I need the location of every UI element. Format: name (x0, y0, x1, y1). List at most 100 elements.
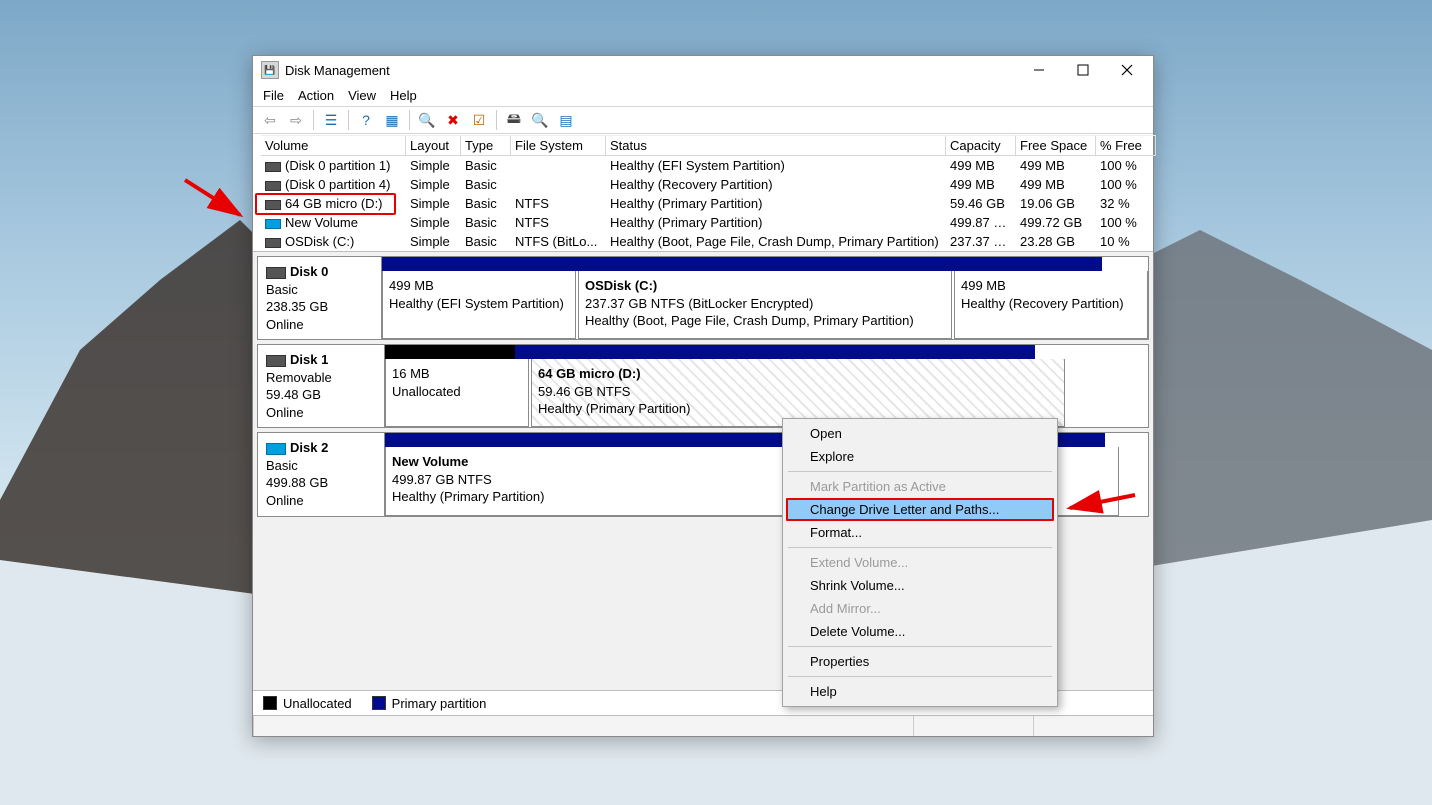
partition-line2: Healthy (EFI System Partition) (389, 296, 564, 311)
disk-kind: Removable (266, 370, 332, 385)
partition-box[interactable]: 499 MB Healthy (EFI System Partition) (382, 271, 576, 339)
volume-list-header: Volume Layout Type File System Status Ca… (253, 134, 1153, 156)
col-status[interactable]: Status (606, 135, 946, 156)
col-capacity[interactable]: Capacity (946, 135, 1016, 156)
context-item[interactable]: Properties (786, 650, 1054, 673)
settings-icon: ▦ (385, 112, 398, 129)
volume-pct: 100 % (1096, 215, 1156, 230)
col-freespace[interactable]: Free Space (1016, 135, 1096, 156)
volume-pct: 32 % (1096, 196, 1156, 211)
help-button[interactable]: ? (355, 109, 377, 131)
refresh-button[interactable]: ☰ (320, 109, 342, 131)
find-drive-icon: 🔍 (531, 112, 548, 129)
titlebar[interactable]: 💾 Disk Management (253, 56, 1153, 84)
disk-kind: Basic (266, 282, 298, 297)
volume-status: Healthy (Primary Partition) (606, 196, 946, 211)
find-drive-button[interactable]: 🔍 (529, 109, 551, 131)
volume-layout: Simple (406, 196, 461, 211)
disk-state: Online (266, 493, 304, 508)
context-separator (788, 547, 1052, 548)
menu-help[interactable]: Help (390, 88, 417, 103)
toolbar: ⇦ ⇨ ☰ ? ▦ 🔍 ✖ ☑ 🖴 🔍 ▤ (253, 106, 1153, 134)
volume-pct: 10 % (1096, 234, 1156, 249)
disk-state: Online (266, 405, 304, 420)
volume-fs: NTFS (BitLo... (511, 234, 606, 249)
properties-icon: ▤ (559, 112, 572, 129)
volume-status: Healthy (Boot, Page File, Crash Dump, Pr… (606, 234, 946, 249)
app-icon: 💾 (261, 61, 279, 79)
settings-button[interactable]: ▦ (381, 109, 403, 131)
check-button[interactable]: ☑ (468, 109, 490, 131)
volume-name: 64 GB micro (D:) (285, 196, 383, 211)
partition-title: OSDisk (C:) (585, 278, 657, 293)
context-item: Extend Volume... (786, 551, 1054, 574)
volume-name: OSDisk (C:) (285, 234, 354, 249)
refresh-icon: ☰ (325, 112, 338, 129)
context-item[interactable]: Change Drive Letter and Paths... (786, 498, 1054, 521)
minimize-button[interactable] (1017, 56, 1061, 84)
volume-name: New Volume (285, 215, 358, 230)
partition-line1: 499 MB (389, 278, 434, 293)
context-item: Mark Partition as Active (786, 475, 1054, 498)
col-pctfree[interactable]: % Free (1096, 135, 1156, 156)
partition-box[interactable]: 16 MBUnallocated (385, 359, 529, 427)
partition-line1: 499 MB (961, 278, 1006, 293)
disk-name: Disk 1 (290, 352, 328, 367)
context-item[interactable]: Format... (786, 521, 1054, 544)
legend-primary-swatch (372, 696, 386, 710)
disk-label[interactable]: Disk 0Basic238.35 GBOnline (258, 257, 382, 339)
col-filesystem[interactable]: File System (511, 135, 606, 156)
volume-icon (265, 200, 281, 210)
col-type[interactable]: Type (461, 135, 511, 156)
context-item[interactable]: Shrink Volume... (786, 574, 1054, 597)
arrow-left-icon: ⇦ (264, 112, 276, 129)
disk-block: Disk 1 Removable 59.48 GB Online 16 MBUnallo… (257, 344, 1149, 428)
volume-layout: Simple (406, 234, 461, 249)
context-item[interactable]: Delete Volume... (786, 620, 1054, 643)
disk-size: 238.35 GB (266, 299, 328, 314)
disk-block: Disk 0Basic238.35 GBOnline499 MBHealthy … (257, 256, 1149, 340)
disk-label[interactable]: Disk 2Basic499.88 GBOnline (258, 433, 385, 515)
forward-button[interactable]: ⇨ (285, 109, 307, 131)
properties-button[interactable]: ▤ (555, 109, 577, 131)
disk-name: Disk 0 (290, 264, 328, 279)
volume-type: Basic (461, 177, 511, 192)
legend-unallocated-label: Unallocated (283, 696, 352, 711)
maximize-button[interactable] (1061, 56, 1105, 84)
context-item[interactable]: Help (786, 680, 1054, 703)
volume-row[interactable]: 64 GB micro (D:) SimpleBasicNTFSHealthy (… (253, 194, 1153, 213)
find-button[interactable]: 🔍 (416, 109, 438, 131)
volume-type: Basic (461, 234, 511, 249)
delete-button[interactable]: ✖ (442, 109, 464, 131)
disk-icon (266, 355, 286, 367)
context-item[interactable]: Explore (786, 445, 1054, 468)
disk-icon (266, 443, 286, 455)
partition-box[interactable]: OSDisk (C:)237.37 GB NTFS (BitLocker Enc… (578, 271, 952, 339)
volume-row[interactable]: (Disk 0 partition 4)SimpleBasicHealthy (… (253, 175, 1153, 194)
volume-row[interactable]: (Disk 0 partition 1)SimpleBasicHealthy (… (253, 156, 1153, 175)
col-volume[interactable]: Volume (261, 135, 406, 156)
maximize-icon (1077, 64, 1089, 76)
context-item: Add Mirror... (786, 597, 1054, 620)
menu-action[interactable]: Action (298, 88, 334, 103)
volume-type: Basic (461, 196, 511, 211)
back-button[interactable]: ⇦ (259, 109, 281, 131)
volume-fs: NTFS (511, 196, 606, 211)
volume-row[interactable]: OSDisk (C:) SimpleBasicNTFS (BitLo...Heal… (253, 232, 1153, 251)
col-layout[interactable]: Layout (406, 135, 461, 156)
disk-size: 59.48 GB (266, 387, 321, 402)
volume-icon (265, 162, 281, 172)
volume-row[interactable]: New VolumeSimpleBasicNTFSHealthy (Primar… (253, 213, 1153, 232)
partition-box[interactable]: 499 MBHealthy (Recovery Partition) (954, 271, 1148, 339)
context-item[interactable]: Open (786, 422, 1054, 445)
drive-button[interactable]: 🖴 (503, 109, 525, 131)
arrow-right-icon: ⇨ (290, 112, 302, 129)
close-icon (1121, 64, 1133, 76)
volume-icon (265, 238, 281, 248)
menu-view[interactable]: View (348, 88, 376, 103)
partition-line2: Unallocated (392, 384, 461, 399)
close-button[interactable] (1105, 56, 1149, 84)
menu-file[interactable]: File (263, 88, 284, 103)
disk-label[interactable]: Disk 1 Removable 59.48 GB Online (258, 345, 385, 427)
partition-bar (922, 257, 1102, 271)
